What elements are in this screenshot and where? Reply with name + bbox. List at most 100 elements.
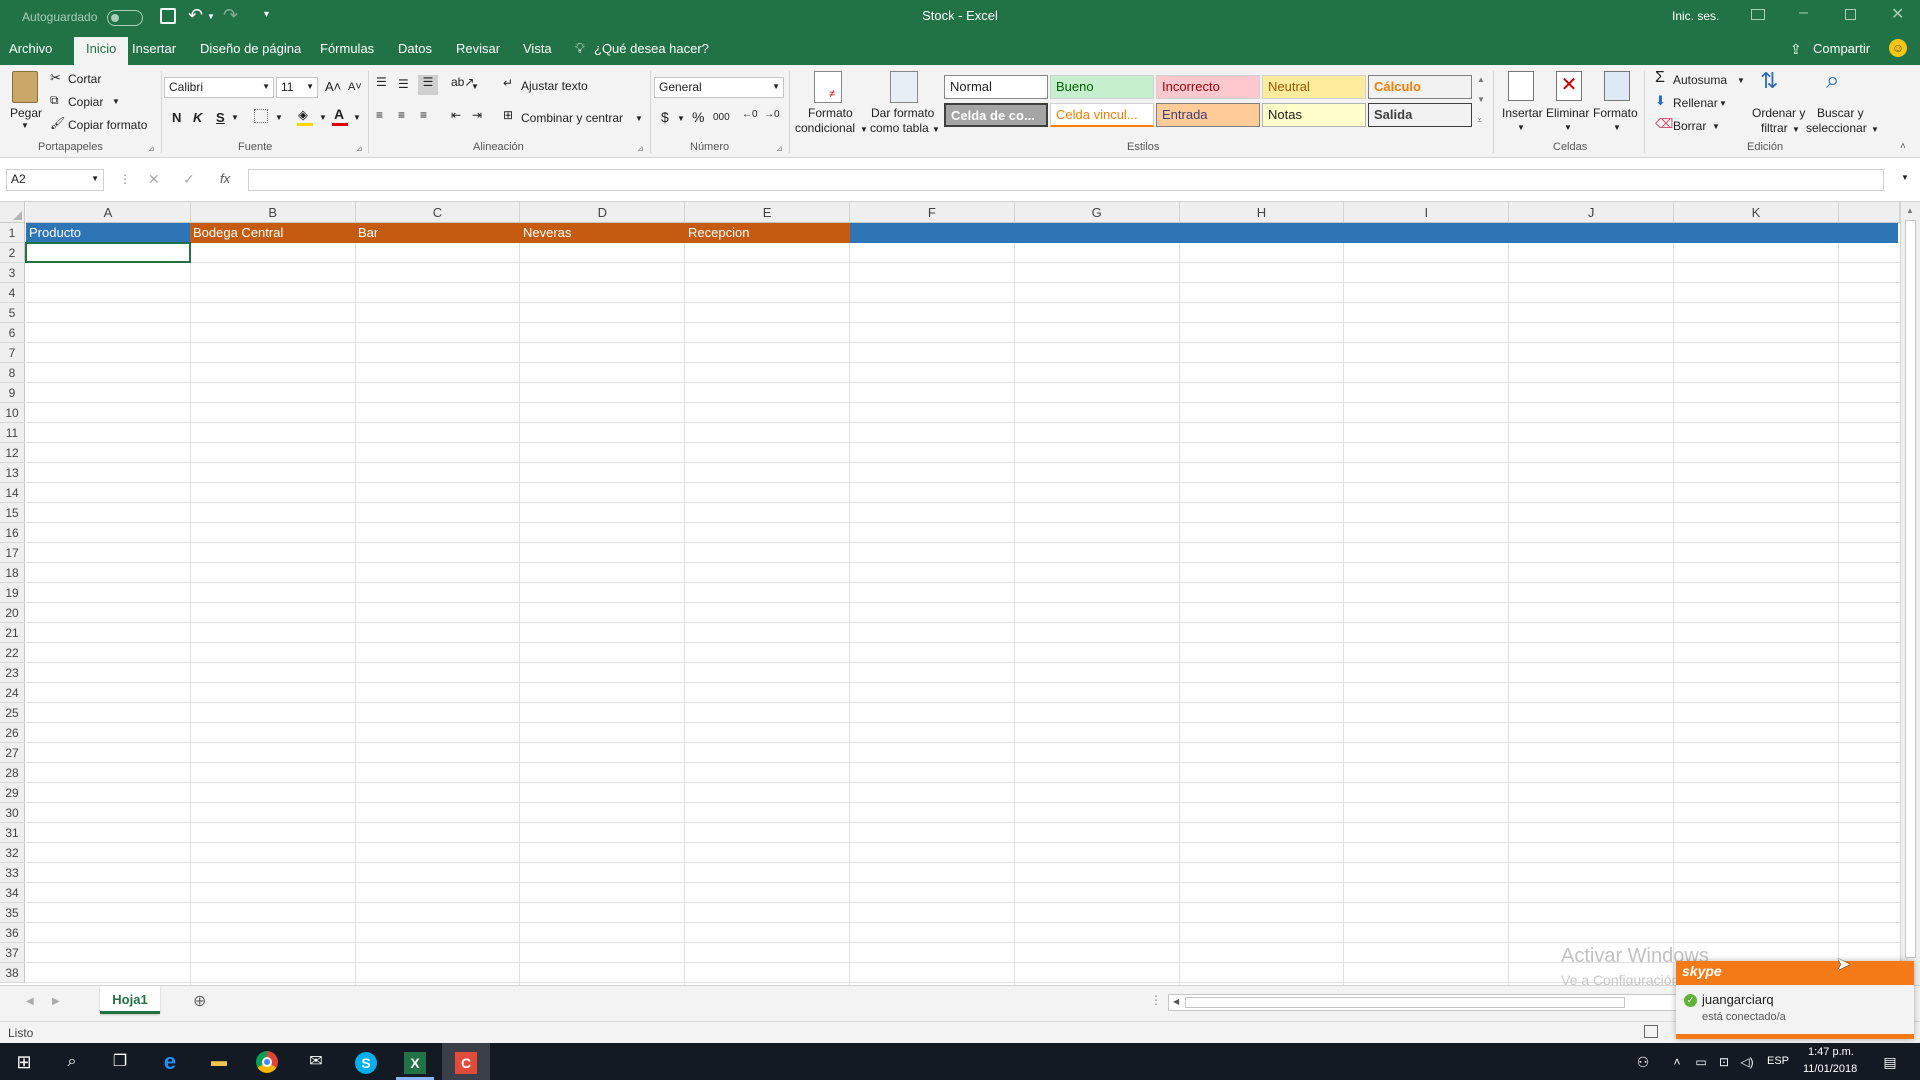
- row-header-5[interactable]: 5: [0, 303, 25, 323]
- select-all-corner[interactable]: [0, 202, 25, 223]
- people-icon[interactable]: ⚇: [1629, 1048, 1657, 1076]
- row-header-22[interactable]: 22: [0, 643, 25, 663]
- row-header-21[interactable]: 21: [0, 623, 25, 643]
- format-as-table-label-1[interactable]: Dar formato: [871, 106, 934, 120]
- row-header-6[interactable]: 6: [0, 323, 25, 343]
- decrease-indent-icon[interactable]: ⇤: [451, 108, 461, 122]
- row-header-36[interactable]: 36: [0, 923, 25, 943]
- search-icon[interactable]: ⌕: [58, 1048, 86, 1076]
- number-format-select[interactable]: General ▼: [654, 77, 784, 98]
- row-header-17[interactable]: 17: [0, 543, 25, 563]
- row-header-27[interactable]: 27: [0, 743, 25, 763]
- underline-dropdown-icon[interactable]: ▼: [231, 113, 239, 122]
- find-select-label-2[interactable]: seleccionar: [1806, 121, 1867, 135]
- align-middle-icon[interactable]: ☰: [398, 77, 409, 91]
- merge-dropdown-icon[interactable]: ▼: [635, 114, 643, 123]
- column-header-g[interactable]: G: [1014, 202, 1180, 223]
- align-right-icon[interactable]: ≡: [420, 108, 427, 122]
- row-header-15[interactable]: 15: [0, 503, 25, 523]
- paste-button[interactable]: Pegar: [10, 106, 42, 120]
- format-cells-button[interactable]: Formato: [1593, 106, 1638, 120]
- style-output[interactable]: Salida: [1368, 103, 1472, 127]
- styles-more-icon[interactable]: ⩡: [1477, 115, 1482, 126]
- number-launcher-icon[interactable]: ⊿: [776, 144, 783, 153]
- font-launcher-icon[interactable]: ⊿: [356, 144, 363, 153]
- row-header-2[interactable]: 2: [0, 243, 25, 263]
- style-bad[interactable]: Incorrecto: [1156, 75, 1260, 99]
- column-header-h[interactable]: H: [1179, 202, 1345, 223]
- share-button[interactable]: Compartir: [1813, 41, 1870, 56]
- screen-recorder-icon[interactable]: C: [452, 1048, 480, 1076]
- style-neutral[interactable]: Neutral: [1262, 75, 1366, 99]
- row-header-13[interactable]: 13: [0, 463, 25, 483]
- prev-sheet-icon[interactable]: ◀: [26, 996, 34, 1007]
- cut-button[interactable]: Cortar: [68, 72, 101, 86]
- volume-icon[interactable]: ◁): [1733, 1048, 1761, 1076]
- style-normal[interactable]: Normal: [944, 75, 1048, 99]
- restore-icon[interactable]: [1845, 9, 1856, 20]
- decrease-font-icon[interactable]: A˅: [348, 81, 362, 93]
- row-header-18[interactable]: 18: [0, 563, 25, 583]
- collapse-ribbon-icon[interactable]: ˄: [1900, 141, 1906, 152]
- cell-b1[interactable]: Bodega Central: [190, 223, 286, 243]
- cell-c1[interactable]: Bar: [355, 223, 381, 243]
- copy-dropdown-icon[interactable]: ▼: [112, 97, 120, 106]
- tab-split-handle[interactable]: ⋮: [1150, 993, 1162, 1007]
- column-header-i[interactable]: I: [1344, 202, 1510, 223]
- row-header-37[interactable]: 37: [0, 943, 25, 963]
- column-header-c[interactable]: C: [355, 202, 521, 223]
- expand-formula-bar-icon[interactable]: ▼: [1901, 173, 1909, 182]
- find-select-label-1[interactable]: Buscar y: [1817, 106, 1864, 120]
- fill-color-icon[interactable]: ◈: [298, 107, 308, 123]
- format-as-table-label-2[interactable]: como tabla: [870, 121, 929, 135]
- insert-cells-icon[interactable]: [1508, 71, 1534, 101]
- cell-d1[interactable]: Neveras: [520, 223, 574, 243]
- insert-function-button[interactable]: fx: [220, 171, 230, 186]
- wrap-text-button[interactable]: Ajustar texto: [521, 79, 588, 93]
- normal-view-icon[interactable]: [1644, 1025, 1658, 1038]
- row-header-20[interactable]: 20: [0, 603, 25, 623]
- bold-button[interactable]: N: [172, 110, 181, 125]
- font-color-dropdown-icon[interactable]: ▼: [353, 113, 361, 122]
- find-select-dropdown-icon[interactable]: ▼: [1871, 125, 1879, 134]
- currency-dropdown-icon[interactable]: ▼: [677, 114, 685, 123]
- column-header-partial[interactable]: [1838, 202, 1900, 223]
- conditional-format-icon[interactable]: ≠: [814, 71, 842, 103]
- sort-filter-label-2[interactable]: filtrar: [1761, 121, 1788, 135]
- align-left-icon[interactable]: ≡: [376, 108, 383, 122]
- row-header-24[interactable]: 24: [0, 683, 25, 703]
- row-header-33[interactable]: 33: [0, 863, 25, 883]
- row-header-34[interactable]: 34: [0, 883, 25, 903]
- styles-scroll-down-icon[interactable]: ▼: [1477, 95, 1485, 104]
- borders-dropdown-icon[interactable]: ▼: [275, 113, 283, 122]
- row-header-9[interactable]: 9: [0, 383, 25, 403]
- tab-diseno-pagina[interactable]: Diseño de página: [200, 41, 301, 56]
- formula-input[interactable]: [248, 169, 1884, 191]
- vertical-scroll-thumb[interactable]: [1905, 220, 1916, 958]
- sheet-tab-hoja1[interactable]: Hoja1: [100, 986, 160, 1014]
- close-icon[interactable]: ✕: [1891, 4, 1904, 24]
- merge-center-button[interactable]: Combinar y centrar: [521, 111, 623, 125]
- tab-inicio[interactable]: Inicio: [74, 37, 129, 65]
- tab-formulas[interactable]: Fórmulas: [320, 41, 374, 56]
- font-color-icon[interactable]: A: [334, 106, 344, 122]
- styles-scroll-up-icon[interactable]: ▲: [1477, 75, 1485, 84]
- thousands-button[interactable]: 000: [713, 112, 730, 123]
- format-cells-icon[interactable]: [1604, 71, 1630, 101]
- column-header-e[interactable]: E: [685, 202, 850, 223]
- horizontal-scrollbar[interactable]: ◀: [1168, 994, 1678, 1011]
- row-header-10[interactable]: 10: [0, 403, 25, 423]
- clear-dropdown-icon[interactable]: ▼: [1712, 122, 1720, 131]
- skype-taskbar-icon[interactable]: S: [352, 1048, 380, 1076]
- minimize-icon[interactable]: –: [1799, 4, 1808, 22]
- fill-button[interactable]: Rellenar: [1673, 96, 1718, 110]
- format-as-table-dropdown-icon[interactable]: ▼: [932, 125, 940, 134]
- tab-vista[interactable]: Vista: [523, 41, 552, 56]
- row-header-32[interactable]: 32: [0, 843, 25, 863]
- find-icon[interactable]: ⌕: [1826, 67, 1839, 95]
- row-header-35[interactable]: 35: [0, 903, 25, 923]
- clipboard-launcher-icon[interactable]: ⊿: [148, 144, 155, 153]
- column-header-k[interactable]: K: [1674, 202, 1839, 223]
- tab-archivo[interactable]: Archivo: [9, 41, 52, 56]
- spreadsheet-grid[interactable]: ABCDEFGHIJK 1 2 3 4 5 6 7 8 9 10 11 12 13 14 15 16 17 18 1…: [0, 202, 1920, 988]
